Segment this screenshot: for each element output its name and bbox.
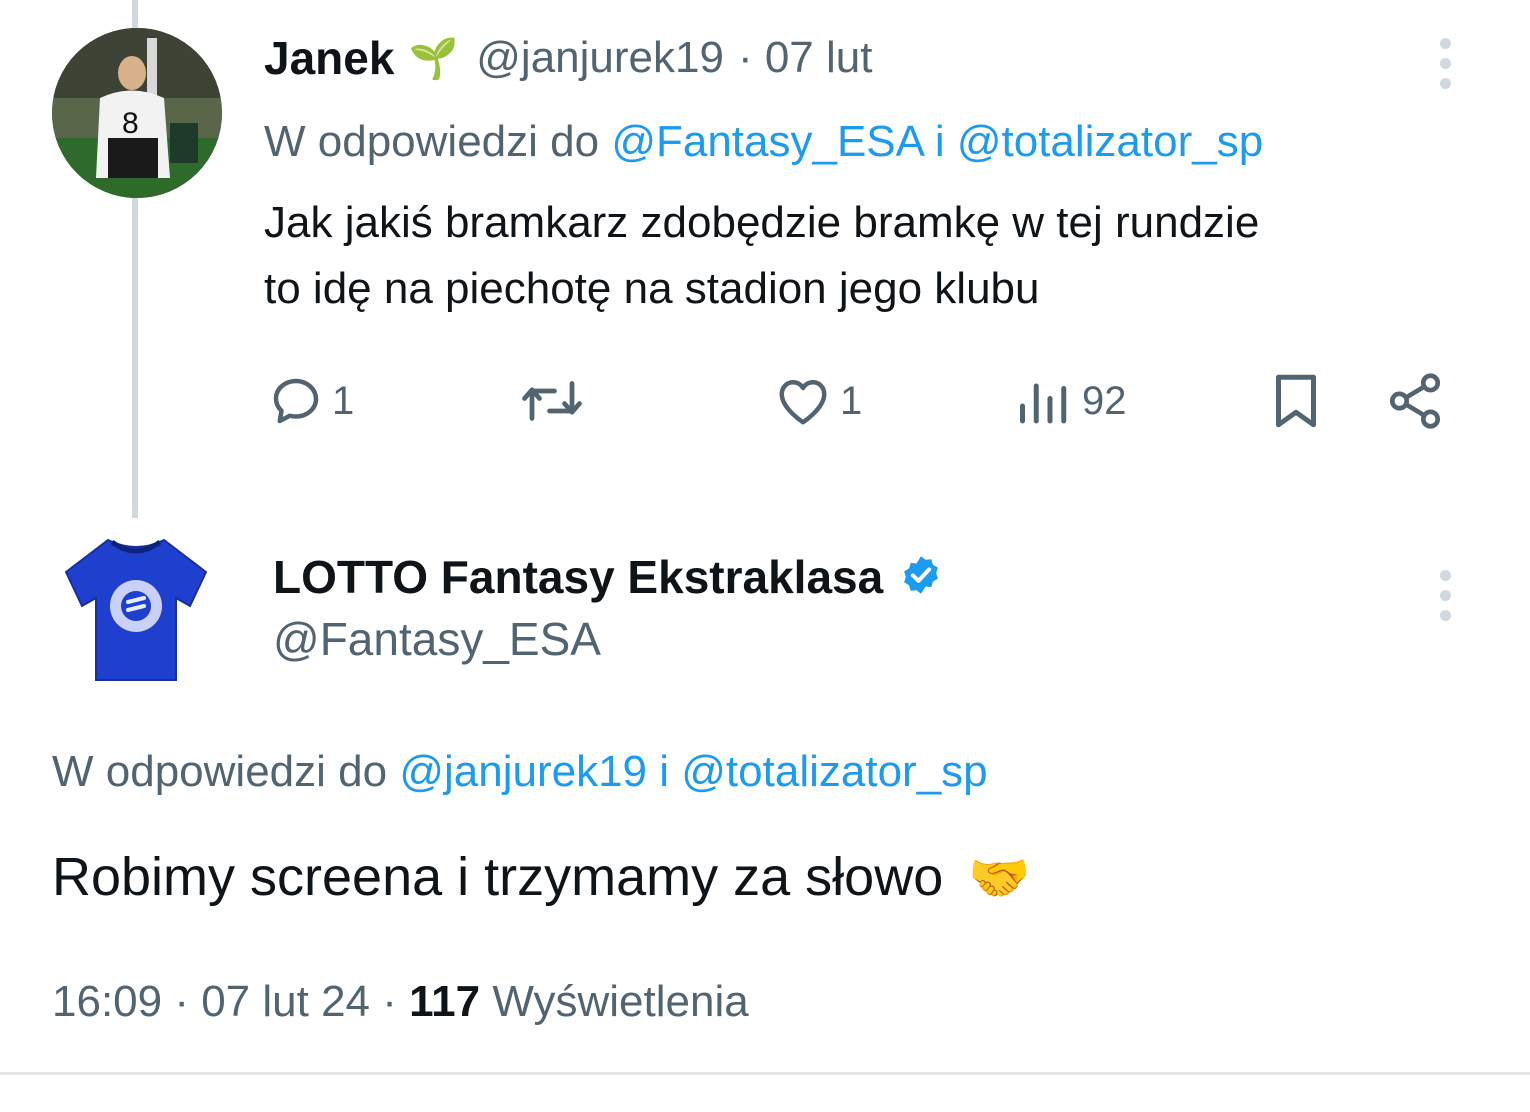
main-author-name[interactable]: LOTTO Fantasy Ekstraklasa [273,550,883,604]
reply-tweet-text: Jak jakiś bramkarz zdobędzie bramkę w te… [264,190,1259,322]
reply-more-icon[interactable] [1440,38,1452,98]
retweet-action[interactable] [516,366,594,436]
main-views-count: 117 [409,977,481,1026]
views-count: 92 [1082,378,1127,423]
replying-join: i [934,117,945,166]
main-more-icon[interactable] [1440,570,1452,630]
reply-text-line-2: to idę na piechotę na stadion jego klubu [264,264,1040,313]
avatar-janek[interactable]: 8 [52,28,222,198]
reply-count: 1 [332,378,355,423]
mention-janjurek19[interactable]: @janjurek19 [399,747,647,796]
avatar-janek-image: 8 [52,28,222,198]
reply-tweet-header: Janek 🌱 @janjurek19 · 07 lut [264,28,872,88]
like-count: 1 [840,378,863,423]
main-views-label: Wyświetlenia [492,977,749,1026]
mention-fantasy-esa[interactable]: @Fantasy_ESA [611,117,922,166]
main-tweet-text: Robimy screena i trzymamy za słowo 🤝 [52,840,1031,915]
share-icon [1389,373,1441,429]
views-icon [1020,383,1067,424]
share-action[interactable] [1384,366,1446,436]
avatar-fantasy-esa[interactable] [56,532,216,692]
mention-totalizator-sp[interactable]: @totalizator_sp [957,117,1263,166]
reply-replying-to: W odpowiedzi do @Fantasy_ESA i @totaliza… [264,112,1263,172]
shirt-logo-image [64,538,208,681]
main-author-handle[interactable]: @Fantasy_ESA [273,610,601,668]
main-replying-join: i [659,747,670,796]
bookmark-icon [1276,374,1316,428]
main-tweet-meta: 16:09 · 07 lut 24 · 117 Wyświetlenia [52,972,749,1032]
avatar-jersey-number: 8 [122,107,139,140]
retweet-icon [522,381,582,421]
main-replying-prefix: W odpowiedzi do [52,747,388,796]
reply-date[interactable]: · 07 lut [738,33,873,83]
reply-action[interactable]: 1 [266,366,354,436]
main-replying-to: W odpowiedzi do @janjurek19 i @totalizat… [52,742,988,802]
like-action[interactable]: 1 [772,366,862,436]
reply-author-name[interactable]: Janek [264,31,394,85]
sprout-emoji-icon: 🌱 [408,36,459,81]
verified-icon [899,553,943,602]
bookmark-action[interactable] [1266,366,1326,436]
handshake-emoji-icon: 🤝 [968,850,1031,906]
main-tweet-header: LOTTO Fantasy Ekstraklasa [273,545,943,609]
main-mention-totalizator-sp[interactable]: @totalizator_sp [681,747,987,796]
main-timestamp[interactable]: 16:09 · 07 lut 24 · [52,977,397,1026]
main-text-content: Robimy screena i trzymamy za słowo [52,847,944,907]
reply-text-line-1: Jak jakiś bramkarz zdobędzie bramkę w te… [264,198,1260,247]
bottom-divider [0,1072,1530,1075]
reply-icon [273,378,319,424]
views-action[interactable]: 92 [1014,366,1127,436]
like-icon [779,380,827,425]
replying-prefix: W odpowiedzi do [264,117,600,166]
reply-author-handle[interactable]: @janjurek19 [476,33,724,83]
